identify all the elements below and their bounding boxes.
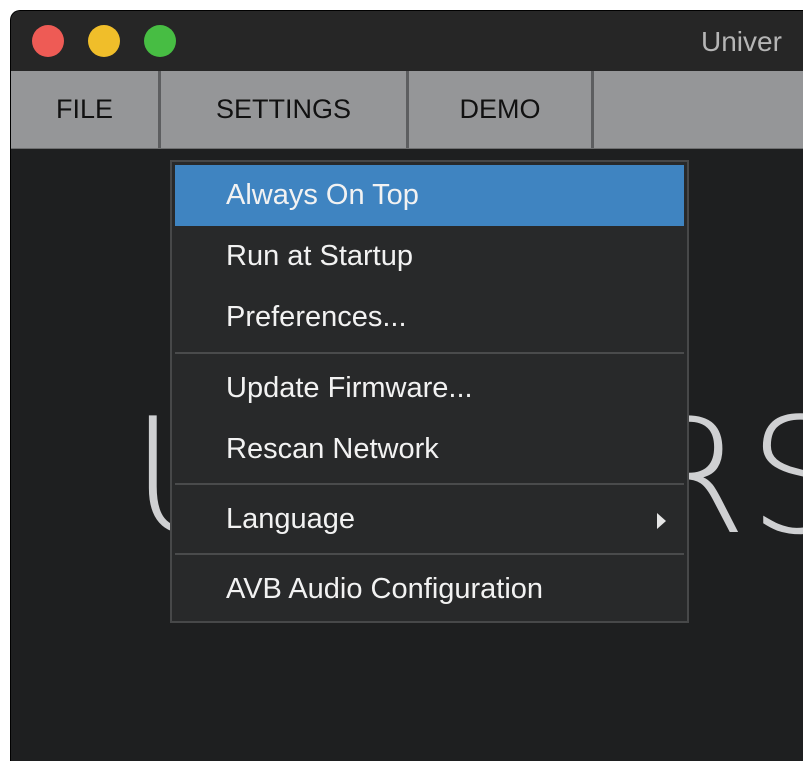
menu-item-run-at-startup[interactable]: Run at Startup <box>175 226 684 287</box>
title-bar: Univer <box>11 11 803 71</box>
menu-item-update-firmware[interactable]: Update Firmware... <box>175 358 684 419</box>
menu-separator <box>175 553 684 555</box>
menu-file[interactable]: FILE <box>11 71 161 148</box>
menu-separator <box>175 483 684 485</box>
menu-separator <box>175 352 684 354</box>
menu-demo[interactable]: DEMO <box>409 71 594 148</box>
app-window: Univer FILE SETTINGS DEMO UNIVERSAL Alwa… <box>10 10 803 761</box>
menu-item-always-on-top[interactable]: Always On Top <box>175 165 684 226</box>
menu-item-avb-audio-configuration[interactable]: AVB Audio Configuration <box>175 559 684 620</box>
settings-dropdown-menu: Always On Top Run at Startup Preferences… <box>170 160 689 623</box>
menu-item-language-label: Language <box>226 503 356 535</box>
menu-item-language[interactable]: Language <box>175 489 684 550</box>
minimize-window-button[interactable] <box>88 25 120 57</box>
menu-settings[interactable]: SETTINGS <box>161 71 409 148</box>
window-title: Univer <box>701 26 782 57</box>
menu-item-preferences[interactable]: Preferences... <box>175 287 684 348</box>
close-window-button[interactable] <box>32 25 64 57</box>
submenu-arrow-icon <box>657 513 666 529</box>
zoom-window-button[interactable] <box>144 25 176 57</box>
menu-bar: FILE SETTINGS DEMO <box>11 71 803 149</box>
menu-item-rescan-network[interactable]: Rescan Network <box>175 419 684 480</box>
